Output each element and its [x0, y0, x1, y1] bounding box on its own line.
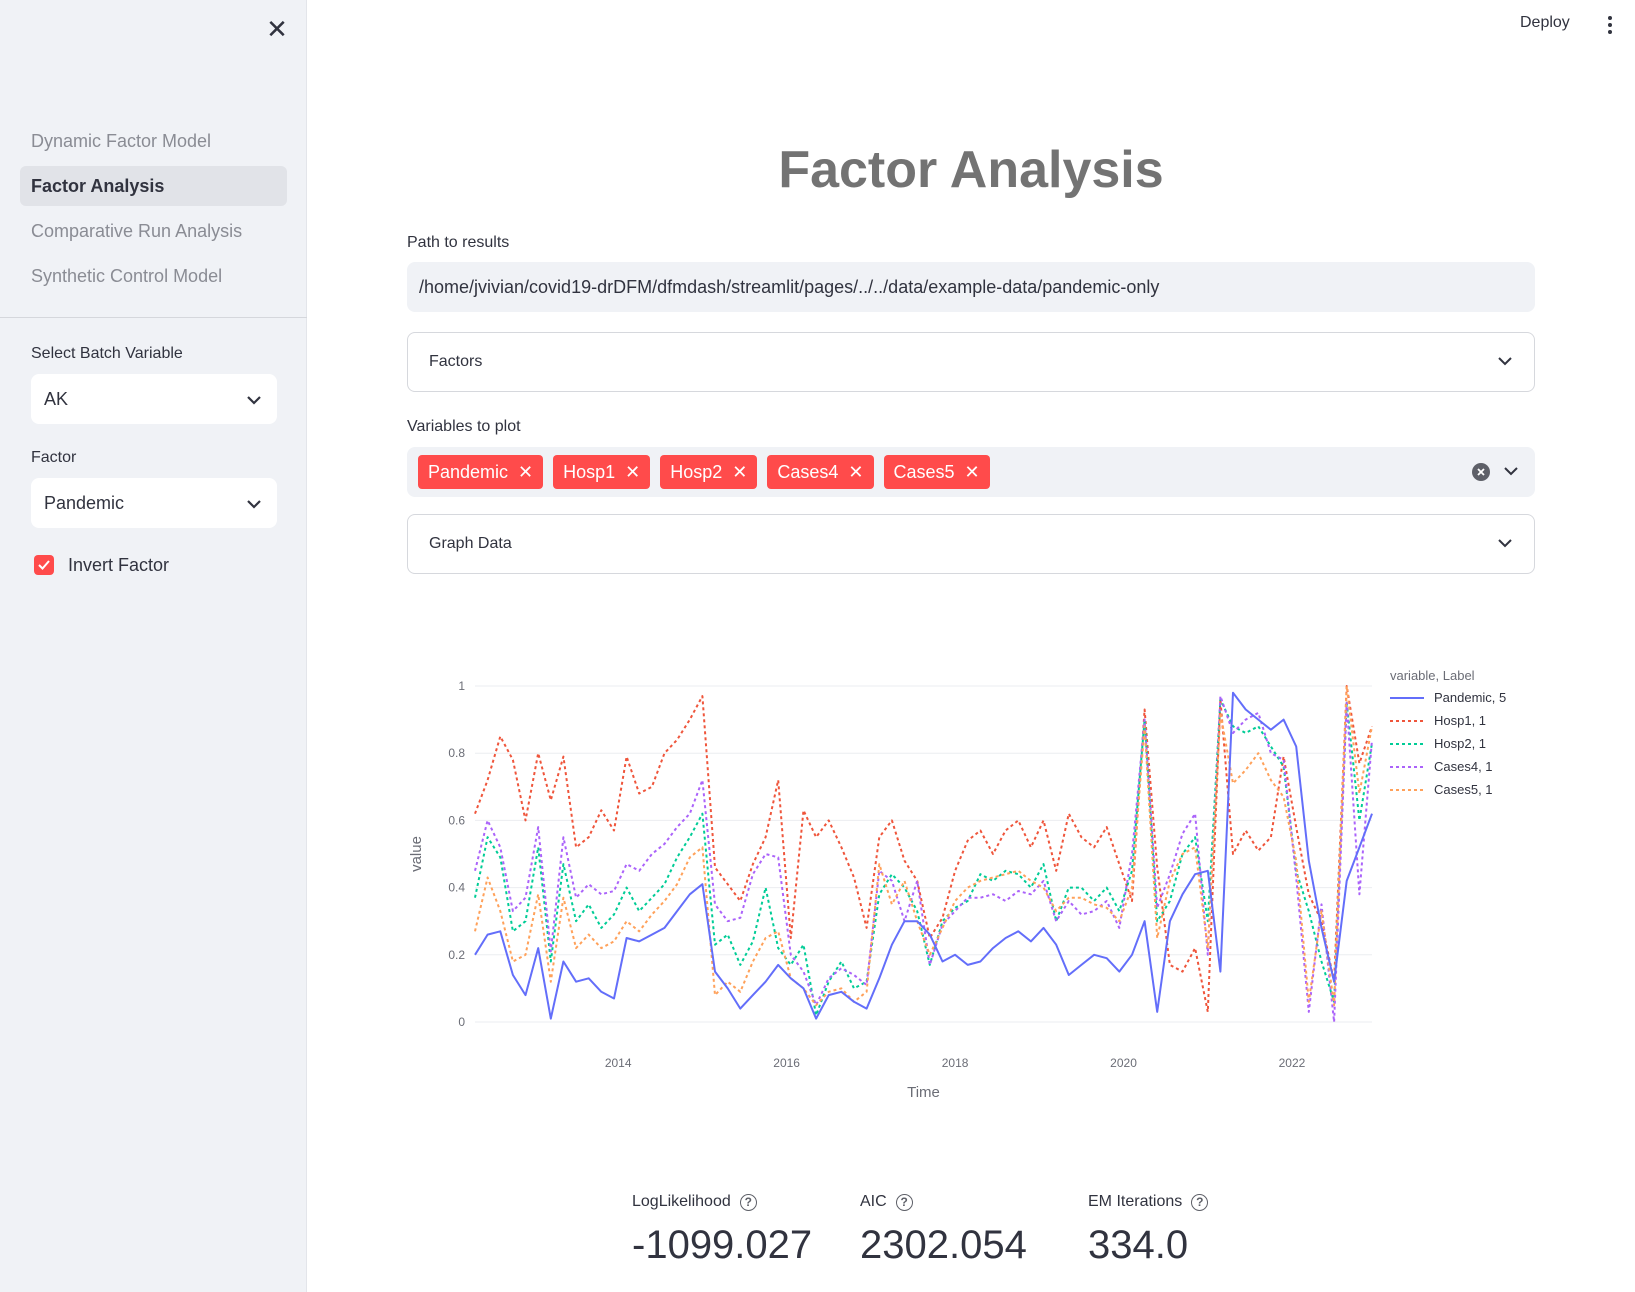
remove-tag-icon[interactable]: ✕	[848, 462, 863, 483]
kebab-menu-icon[interactable]	[1604, 14, 1616, 40]
metric-label: AIC	[860, 1193, 887, 1210]
chevron-down-icon	[247, 478, 261, 528]
legend-item: Hosp2, 1	[1434, 736, 1486, 751]
path-input[interactable]: /home/jvivian/covid19-drDFM/dfmdash/stre…	[407, 262, 1535, 312]
sidebar: ✕ Dynamic Factor Model Factor Analysis C…	[0, 0, 307, 1292]
invert-factor-label: Invert Factor	[68, 554, 170, 575]
metric-value: 334.0	[1088, 1223, 1189, 1267]
chevron-down-icon	[1498, 333, 1512, 391]
y-tick-label: 0	[458, 1015, 465, 1029]
path-label: Path to results	[407, 234, 510, 251]
x-tick-label: 2022	[1279, 1056, 1306, 1070]
line-chart[interactable]: 0 0.2 0.4 0.6 0.8 1 2014 2016 2018 2020 2022 Time va…	[407, 665, 1535, 1135]
help-icon[interactable]: ?	[895, 1193, 913, 1211]
graph-data-expander[interactable]: Graph Data	[407, 514, 1535, 574]
tag-hosp1[interactable]: Hosp1 ✕	[553, 455, 651, 489]
y-tick-label: 0.8	[448, 746, 465, 760]
graph-data-expander-label: Graph Data	[429, 535, 512, 552]
factor-label: Factor	[31, 449, 77, 466]
chevron-down-icon	[247, 374, 261, 424]
y-tick-label: 1	[458, 679, 465, 693]
tag-pandemic[interactable]: Pandemic ✕	[418, 455, 544, 489]
y-tick-label: 0.2	[448, 948, 465, 962]
metric-loglikelihood: LogLikelihood? -1099.027	[632, 1193, 812, 1268]
remove-tag-icon[interactable]: ✕	[732, 462, 747, 483]
clear-all-icon[interactable]	[1472, 463, 1490, 481]
tag-label: Hosp1	[563, 461, 616, 482]
factors-expander[interactable]: Factors	[407, 332, 1535, 392]
tag-label: Cases5	[893, 461, 955, 482]
x-tick-label: 2016	[773, 1056, 800, 1070]
legend-item: Cases4, 1	[1434, 759, 1493, 774]
y-tick-label: 0.6	[448, 813, 465, 827]
nav-item-synthetic-control-model[interactable]: Synthetic Control Model	[20, 256, 287, 296]
tag-hosp2[interactable]: Hosp2 ✕	[660, 455, 758, 489]
y-tick-label: 0.4	[448, 881, 465, 895]
batch-variable-select[interactable]: AK	[31, 374, 277, 424]
nav-item-comparative-run-analysis[interactable]: Comparative Run Analysis	[20, 211, 287, 251]
deploy-button[interactable]: Deploy	[1520, 14, 1570, 32]
x-tick-label: 2020	[1110, 1056, 1137, 1070]
tag-label: Hosp2	[670, 461, 723, 482]
nav-item-dynamic-factor-model[interactable]: Dynamic Factor Model	[20, 121, 287, 161]
batch-variable-value: AK	[44, 389, 69, 409]
close-sidebar-icon[interactable]: ✕	[264, 16, 290, 42]
series-line-pandemic	[474, 691, 1373, 1020]
sidebar-divider	[0, 317, 307, 318]
legend-item: Cases5, 1	[1434, 782, 1493, 797]
chevron-down-icon	[1498, 515, 1512, 573]
metric-em-iterations: EM Iterations? 334.0	[1088, 1193, 1209, 1268]
legend-title: variable, Label	[1390, 668, 1475, 683]
checkmark-icon	[38, 560, 50, 570]
y-axis-title: value	[408, 836, 425, 872]
remove-tag-icon[interactable]: ✕	[518, 462, 533, 483]
x-axis-title: Time	[907, 1084, 940, 1101]
metric-value: 2302.054	[860, 1223, 1027, 1267]
metric-label: LogLikelihood	[632, 1193, 731, 1210]
series-line-hosp1	[474, 685, 1373, 1013]
legend-item: Hosp1, 1	[1434, 713, 1486, 728]
tag-label: Pandemic	[428, 461, 509, 482]
legend-item: Pandemic, 5	[1434, 690, 1506, 705]
help-icon[interactable]: ?	[1191, 1193, 1209, 1211]
tag-cases5[interactable]: Cases5 ✕	[883, 455, 990, 489]
page-title: Factor Analysis	[778, 141, 1164, 199]
sidebar-nav: Dynamic Factor Model Factor Analysis Com…	[20, 121, 287, 301]
help-icon[interactable]: ?	[739, 1193, 757, 1211]
series-line-hosp2	[474, 698, 1373, 1017]
tag-label: Cases4	[777, 461, 839, 482]
metric-aic: AIC? 2302.054	[860, 1193, 1027, 1268]
x-tick-label: 2014	[605, 1056, 632, 1070]
factor-select[interactable]: Pandemic	[31, 478, 277, 528]
variables-multiselect[interactable]: Pandemic ✕ Hosp1 ✕ Hosp2 ✕ Cases4 ✕ Cases5 ✕	[407, 447, 1535, 497]
invert-factor-checkbox[interactable]	[34, 555, 54, 575]
batch-variable-label: Select Batch Variable	[31, 345, 183, 362]
remove-tag-icon[interactable]: ✕	[965, 462, 980, 483]
nav-item-factor-analysis[interactable]: Factor Analysis	[20, 166, 287, 206]
series-line-cases4	[474, 695, 1373, 1023]
metric-value: -1099.027	[632, 1223, 813, 1267]
remove-tag-icon[interactable]: ✕	[625, 462, 640, 483]
chevron-down-icon[interactable]	[1504, 447, 1518, 497]
factor-value: Pandemic	[44, 493, 125, 513]
metric-label: EM Iterations	[1088, 1193, 1183, 1210]
variables-label: Variables to plot	[407, 418, 521, 435]
invert-factor-checkbox-row[interactable]: Invert Factor	[34, 553, 169, 577]
tag-cases4[interactable]: Cases4 ✕	[767, 455, 874, 489]
factors-expander-label: Factors	[429, 353, 483, 370]
x-tick-label: 2018	[942, 1056, 969, 1070]
